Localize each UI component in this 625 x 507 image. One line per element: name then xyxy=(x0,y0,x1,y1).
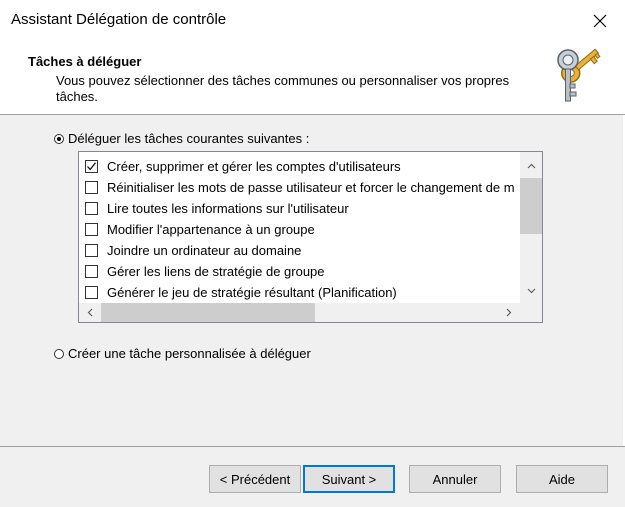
scrollbar-corner xyxy=(520,303,542,322)
chevron-up-icon xyxy=(527,163,535,169)
radio-button-selected[interactable] xyxy=(54,133,64,144)
checkmark-icon xyxy=(87,162,96,171)
vertical-scrollbar-thumb[interactable] xyxy=(520,178,542,234)
list-item[interactable]: Réinitialiser les mots de passe utilisat… xyxy=(85,177,515,198)
radio-custom-task-label: Créer une tâche personnalisée à déléguer xyxy=(68,346,311,361)
task-list[interactable]: Créer, supprimer et gérer les comptes d'… xyxy=(78,151,543,323)
keys-icon xyxy=(548,44,612,108)
window-title: Assistant Délégation de contrôle xyxy=(11,11,227,28)
back-button[interactable]: < Précédent xyxy=(209,465,301,493)
task-label: Réinitialiser les mots de passe utilisat… xyxy=(107,180,515,195)
task-label: Générer le jeu de stratégie résultant (P… xyxy=(107,285,397,300)
help-button[interactable]: Aide xyxy=(516,465,608,493)
list-item[interactable]: Lire toutes les informations sur l'utili… xyxy=(85,198,349,219)
list-item[interactable]: Modifier l'appartenance à un groupe xyxy=(85,219,315,240)
checkbox[interactable] xyxy=(85,181,98,194)
chevron-left-icon xyxy=(87,308,93,317)
scroll-up-button[interactable] xyxy=(520,156,542,176)
title-bar: Assistant Délégation de contrôle xyxy=(0,0,625,40)
wizard-header: Tâches à déléguer Vous pouvez sélectionn… xyxy=(0,40,625,115)
list-item[interactable]: Créer, supprimer et gérer les comptes d'… xyxy=(85,156,401,177)
close-button[interactable] xyxy=(584,8,616,34)
scroll-left-button[interactable] xyxy=(79,303,101,322)
radio-button[interactable] xyxy=(54,348,64,359)
checkbox[interactable] xyxy=(85,286,98,299)
cancel-button[interactable]: Annuler xyxy=(409,465,501,493)
radio-common-tasks[interactable]: Déléguer les tâches courantes suivantes … xyxy=(54,131,309,146)
task-label: Créer, supprimer et gérer les comptes d'… xyxy=(107,159,401,174)
close-icon xyxy=(593,14,607,28)
checkbox[interactable] xyxy=(85,202,98,215)
horizontal-scrollbar-thumb[interactable] xyxy=(101,303,315,322)
list-item[interactable]: Joindre un ordinateur au domaine xyxy=(85,240,301,261)
page-description: Vous pouvez sélectionner des tâches comm… xyxy=(56,73,510,104)
checkbox[interactable] xyxy=(85,244,98,257)
task-label: Lire toutes les informations sur l'utili… xyxy=(107,201,349,216)
list-item[interactable]: Gérer les liens de stratégie de groupe xyxy=(85,261,325,282)
checkbox[interactable] xyxy=(85,265,98,278)
radio-custom-task[interactable]: Créer une tâche personnalisée à déléguer xyxy=(54,346,311,361)
page-title: Tâches à déléguer xyxy=(28,54,142,69)
task-label: Modifier l'appartenance à un groupe xyxy=(107,222,315,237)
radio-common-tasks-label: Déléguer les tâches courantes suivantes … xyxy=(68,131,310,146)
chevron-right-icon xyxy=(506,308,512,317)
checkbox[interactable] xyxy=(85,223,98,236)
chevron-down-icon xyxy=(527,288,535,294)
task-label: Gérer les liens de stratégie de groupe xyxy=(107,264,325,279)
task-label: Joindre un ordinateur au domaine xyxy=(107,243,302,258)
checkbox-checked[interactable] xyxy=(85,160,98,173)
scroll-right-button[interactable] xyxy=(498,303,520,322)
next-button[interactable]: Suivant > xyxy=(303,465,395,493)
list-item[interactable]: Générer le jeu de stratégie résultant (P… xyxy=(85,282,397,303)
scroll-down-button[interactable] xyxy=(520,281,542,301)
